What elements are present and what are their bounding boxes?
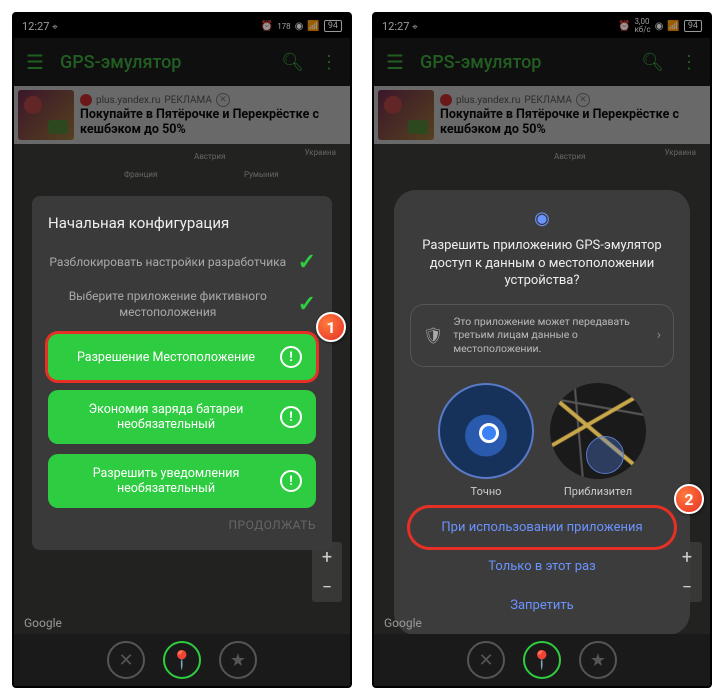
cancel-icon[interactable]: ✕ [107, 641, 145, 679]
shield-icon: 🛡 [423, 326, 443, 345]
precise-label: Точно [438, 485, 534, 498]
zoom-in-button[interactable]: + [312, 542, 342, 572]
config-row-label: Выберите приложение фиктивного местополо… [48, 289, 288, 320]
alert-icon: ! [280, 346, 302, 368]
bottom-bar: ✕ 📍 ★ [14, 634, 350, 686]
zoom-out-button[interactable]: − [312, 572, 342, 602]
zoom-controls: + − [312, 542, 342, 602]
continue-button[interactable]: ПРОДОЛЖАТЬ [48, 518, 316, 532]
google-logo: Google [24, 616, 62, 630]
config-dialog-title: Начальная конфигурация [48, 214, 316, 232]
phone-left: 12:27 ⌖ ⏰ 178 ◉ 📶 94 ☰ GPS-эмулятор 🔍︎ ⋮… [12, 12, 352, 688]
zoom-controls: + − [672, 542, 702, 602]
config-row-mockapp: Выберите приложение фиктивного местополо… [48, 289, 316, 320]
button-label: Разрешение Местоположение [62, 350, 270, 365]
cancel-icon[interactable]: ✕ [467, 641, 505, 679]
callout-badge-2: 2 [674, 484, 704, 514]
approximate-map-icon [550, 383, 646, 479]
button-label: Разрешить уведомлениянеобязательный [62, 466, 270, 496]
approximate-option[interactable]: Приблизител [550, 383, 646, 498]
alert-icon: ! [280, 406, 302, 428]
phone-right: 12:27 ⌖ ⏰ 3,00кб/с ◉ 📶 94 ☰ GPS-эмулятор… [372, 12, 712, 688]
precise-map-icon [438, 383, 534, 479]
check-icon: ✓ [298, 292, 316, 317]
battery-saver-button[interactable]: Экономия заряда батареинеобязательный ! [48, 390, 316, 444]
while-using-button[interactable]: При использовании приложения [410, 508, 674, 547]
location-pin-icon: ◉ [410, 208, 674, 229]
notifications-button[interactable]: Разрешить уведомлениянеобязательный ! [48, 454, 316, 508]
zoom-out-button[interactable]: − [672, 572, 702, 602]
chevron-right-icon: › [657, 327, 661, 343]
star-icon[interactable]: ★ [579, 641, 617, 679]
precise-option[interactable]: Точно [438, 383, 534, 498]
location-permission-button[interactable]: Разрешение Местоположение ! [48, 334, 316, 380]
approximate-label: Приблизител [550, 485, 646, 498]
permission-info-text: Это приложение может передавать третьим … [453, 315, 646, 356]
only-once-button[interactable]: Только в этот раз [410, 547, 674, 586]
alert-icon: ! [280, 470, 302, 492]
bottom-bar: ✕ 📍 ★ [374, 634, 710, 686]
permission-info-row[interactable]: 🛡 Это приложение может передавать третьи… [410, 304, 674, 367]
permission-dialog: ◉ Разрешить приложению GPS-эмулятор дост… [394, 190, 690, 635]
zoom-in-button[interactable]: + [672, 542, 702, 572]
accuracy-options: Точно Приблизител [410, 383, 674, 498]
config-row-label: Разблокировать настройки разработчика [48, 255, 288, 271]
config-dialog: Начальная конфигурация Разблокировать на… [32, 196, 332, 550]
star-icon[interactable]: ★ [219, 641, 257, 679]
callout-badge-1: 1 [316, 312, 346, 342]
pin-icon[interactable]: 📍 [163, 641, 201, 679]
permission-title: Разрешить приложению GPS-эмулятор доступ… [410, 237, 674, 290]
google-logo: Google [384, 616, 422, 630]
deny-button[interactable]: Запретить [410, 586, 674, 625]
config-row-devoptions: Разблокировать настройки разработчика ✓ [48, 250, 316, 275]
check-icon: ✓ [298, 250, 316, 275]
button-label: Экономия заряда батареинеобязательный [62, 402, 270, 432]
pin-icon[interactable]: 📍 [523, 641, 561, 679]
